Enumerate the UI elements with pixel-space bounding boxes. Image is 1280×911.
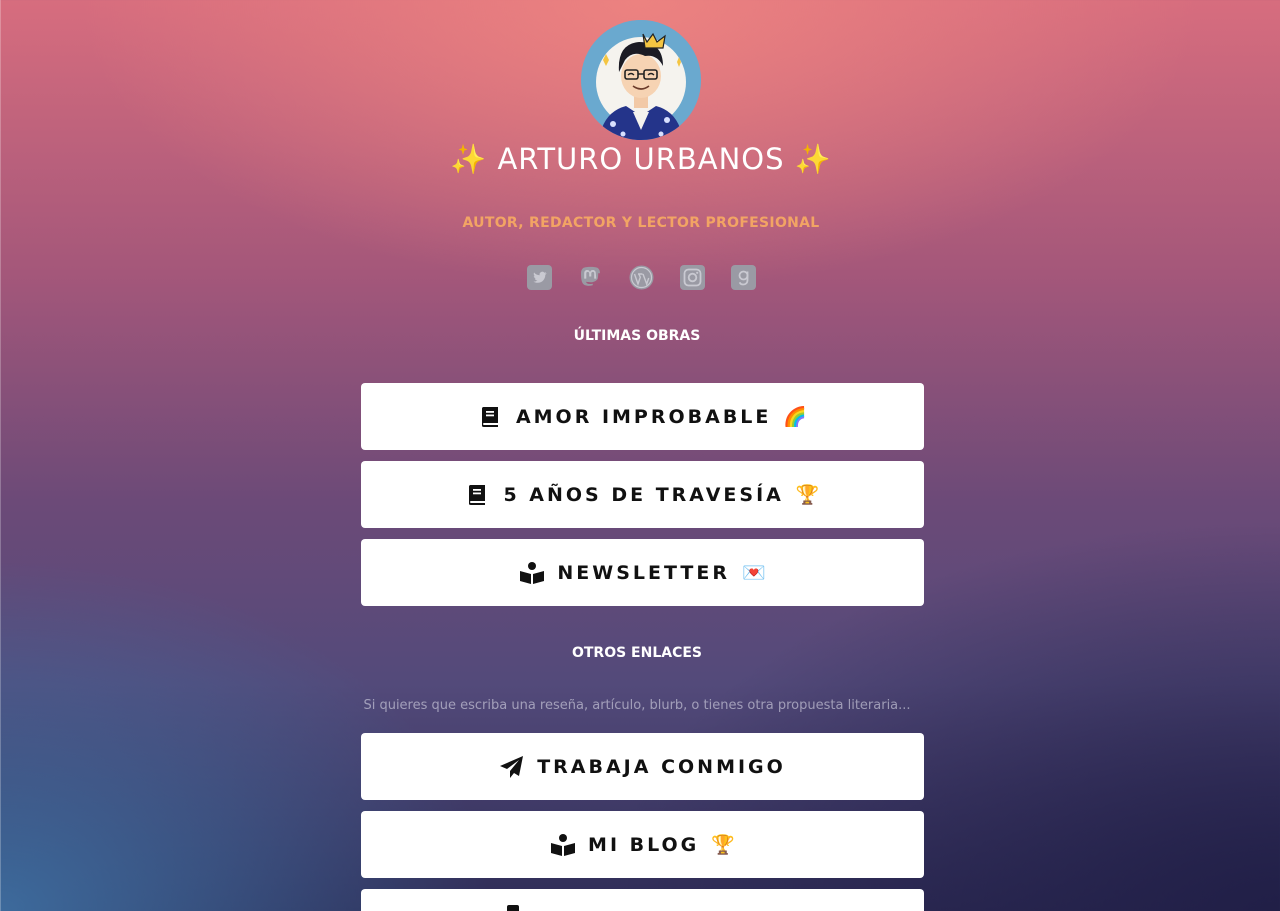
social-links [1,265,1280,290]
next-link-button[interactable] [361,889,924,911]
cinco-anos-travesia-label: 5 AÑOS DE TRAVESÍA [503,483,784,506]
amor-improbable-label: AMOR IMPROBABLE [515,405,772,428]
section-title-other: OTROS ENLACES [571,645,703,661]
goodreads-icon[interactable] [730,265,756,290]
book-icon [465,483,489,507]
paper-plane-icon [499,755,524,779]
love-letter-icon: 💌 [741,562,766,584]
profile-subtitle: AUTOR, REDACTOR Y LECTOR PROFESIONAL [462,215,820,231]
rainbow-icon: 🌈 [783,406,808,428]
mastodon-icon[interactable] [578,265,603,290]
avatar-illustration [581,20,701,140]
mi-blog-button[interactable]: MI BLOG 🏆 [361,811,924,878]
mi-blog-label: MI BLOG [588,833,700,856]
wordpress-icon[interactable] [629,265,654,290]
page: ✨ ARTURO URBANOS ✨ AUTOR, REDACTOR Y LEC… [0,0,1280,911]
profile-name: ✨ ARTURO URBANOS ✨ [450,142,832,176]
trophy-icon: 🏆 [795,484,820,506]
reader-icon [519,561,545,585]
amor-improbable-button[interactable]: AMOR IMPROBABLE 🌈 [361,383,924,450]
section-title-latest: ÚLTIMAS OBRAS [573,328,701,344]
reader-icon [550,833,576,857]
trabaja-conmigo-label: TRABAJA CONMIGO [537,755,786,778]
newsletter-button[interactable]: NEWSLETTER 💌 [361,539,924,606]
partial-icon [506,905,519,911]
trabaja-conmigo-button[interactable]: TRABAJA CONMIGO [361,733,924,800]
avatar [581,20,701,140]
instagram-icon[interactable] [679,265,705,290]
trophy-icon: 🏆 [711,834,735,856]
cinco-anos-travesia-button[interactable]: 5 AÑOS DE TRAVESÍA 🏆 [361,461,924,528]
book-icon [478,405,502,429]
collaboration-hint: Si quieres que escriba una reseña, artíc… [363,698,911,713]
newsletter-label: NEWSLETTER [557,561,730,584]
twitter-icon[interactable] [526,265,552,290]
